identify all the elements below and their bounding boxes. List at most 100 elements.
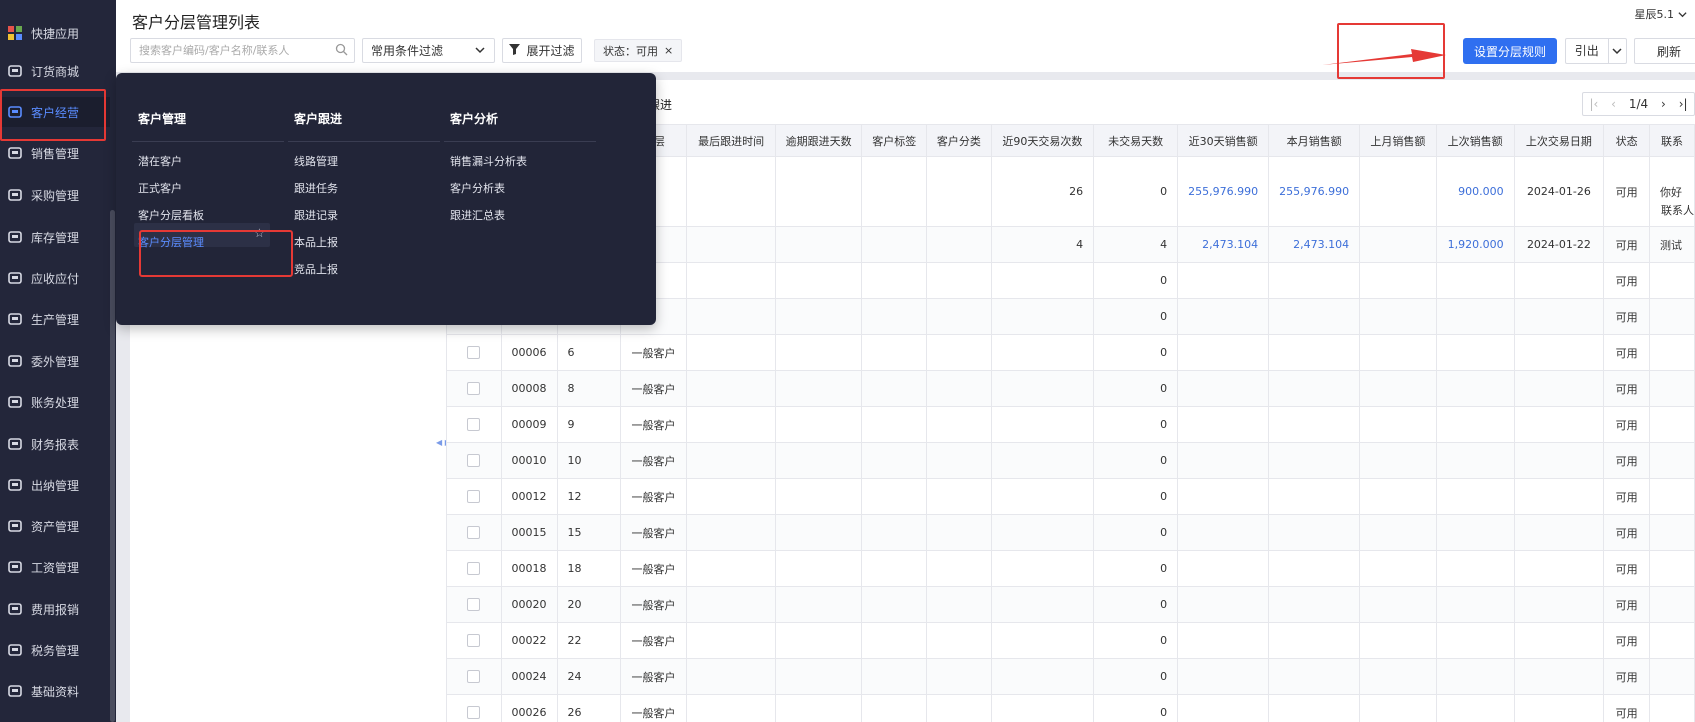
column-header[interactable]: 逾期跟进天数 — [774, 124, 863, 157]
next-page-icon[interactable]: › — [1661, 97, 1666, 111]
pager[interactable]: |‹ ‹ 1/4 › ›| — [1582, 92, 1695, 116]
sidebar-item[interactable]: 订货商城 — [0, 56, 110, 86]
sales-month-cell[interactable] — [1268, 442, 1361, 479]
last-sale-cell[interactable] — [1435, 370, 1515, 407]
row-checkbox[interactable] — [467, 346, 481, 360]
sales-30d-cell[interactable] — [1177, 514, 1270, 551]
menu-item[interactable]: 线路管理 — [294, 153, 338, 169]
sidebar-item[interactable]: 费用报销 — [0, 594, 110, 624]
customer-code-link[interactable]: 00009 — [500, 406, 558, 443]
row-checkbox[interactable] — [467, 382, 481, 396]
row-checkbox[interactable] — [467, 670, 481, 684]
last-sale-cell[interactable] — [1435, 658, 1515, 695]
row-checkbox-cell[interactable] — [446, 622, 502, 659]
export-label[interactable]: 引出 — [1566, 39, 1609, 63]
close-icon[interactable]: × — [664, 44, 673, 57]
last-sale-cell[interactable] — [1435, 514, 1515, 551]
last-page-icon[interactable]: ›| — [1679, 97, 1688, 111]
customer-code-link[interactable]: 00022 — [500, 622, 558, 659]
menu-item[interactable]: 跟进汇总表 — [450, 207, 505, 223]
sales-month-cell[interactable] — [1268, 622, 1361, 659]
last-sale-cell[interactable] — [1435, 478, 1515, 515]
sidebar-item[interactable]: 税务管理 — [0, 635, 110, 665]
column-header[interactable]: 最后跟进时间 — [686, 124, 776, 157]
last-sale-cell[interactable] — [1435, 442, 1515, 479]
sales-30d-cell[interactable] — [1177, 370, 1270, 407]
table-row[interactable]: 00010 10 一般客户 0 可用 — [446, 442, 1695, 479]
customer-code-link[interactable]: 00026 — [500, 694, 558, 722]
customer-code-link[interactable]: 00006 — [500, 334, 558, 371]
sidebar-item[interactable]: 库存管理 — [0, 222, 110, 252]
sidebar-item[interactable]: 资产管理 — [0, 511, 110, 541]
column-header[interactable]: 上月销售额 — [1359, 124, 1437, 157]
row-checkbox[interactable] — [467, 526, 481, 540]
row-checkbox-cell[interactable] — [446, 658, 502, 695]
sales-month-cell[interactable] — [1268, 586, 1361, 623]
menu-item[interactable]: 正式客户 — [138, 180, 182, 196]
last-sale-cell[interactable] — [1435, 298, 1515, 335]
row-checkbox[interactable] — [467, 454, 481, 468]
sidebar-item[interactable]: 采购管理 — [0, 180, 110, 210]
menu-item[interactable]: 潜在客户 — [138, 153, 182, 169]
column-header[interactable]: 未交易天数 — [1093, 124, 1179, 157]
row-checkbox-cell[interactable] — [446, 442, 502, 479]
customer-code-link[interactable]: 00020 — [500, 586, 558, 623]
row-checkbox[interactable] — [467, 490, 481, 504]
table-row[interactable]: 00026 26 一般客户 0 可用 — [446, 694, 1695, 722]
sales-month-cell[interactable] — [1268, 514, 1361, 551]
set-tier-rules-button[interactable]: 设置分层规则 — [1463, 38, 1557, 64]
export-button[interactable]: 引出 — [1565, 38, 1627, 64]
customer-code-link[interactable]: 00024 — [500, 658, 558, 695]
version-selector[interactable]: 星辰5.1 — [1635, 6, 1688, 22]
sidebar-item[interactable]: 委外管理 — [0, 346, 110, 376]
row-checkbox-cell[interactable] — [446, 550, 502, 587]
sidebar-scrollbar[interactable] — [110, 210, 115, 722]
sidebar-item[interactable]: 财务报表 — [0, 429, 110, 459]
menu-item[interactable]: 销售漏斗分析表 — [450, 153, 527, 169]
sales-month-cell[interactable] — [1268, 298, 1361, 335]
sidebar-item[interactable]: 生产管理 — [0, 304, 110, 334]
sales-30d-cell[interactable] — [1177, 586, 1270, 623]
expand-filter-button[interactable]: 展开过滤 — [502, 38, 582, 63]
sales-30d-cell[interactable] — [1177, 262, 1270, 299]
sales-month-cell[interactable]: 255,976.990 — [1268, 156, 1361, 227]
customer-code-link[interactable]: 00008 — [500, 370, 558, 407]
customer-code-link[interactable]: 00015 — [500, 514, 558, 551]
sales-30d-cell[interactable] — [1177, 550, 1270, 587]
sidebar-item[interactable]: 销售管理 — [0, 138, 110, 168]
last-sale-cell[interactable] — [1435, 262, 1515, 299]
sales-month-cell[interactable] — [1268, 658, 1361, 695]
column-header[interactable]: 联系 — [1649, 124, 1695, 157]
column-header[interactable]: 近90天交易次数 — [990, 124, 1095, 157]
sidebar-item[interactable]: 账务处理 — [0, 387, 110, 417]
last-sale-cell[interactable]: 900.000 — [1435, 156, 1515, 227]
column-header[interactable]: 本月销售额 — [1268, 124, 1361, 157]
sales-month-cell[interactable] — [1268, 262, 1361, 299]
sales-month-cell[interactable] — [1268, 478, 1361, 515]
sales-30d-cell[interactable] — [1177, 442, 1270, 479]
customer-code-link[interactable]: 00018 — [500, 550, 558, 587]
row-checkbox-cell[interactable] — [446, 586, 502, 623]
prev-page-icon[interactable]: ‹ — [1611, 97, 1616, 111]
row-checkbox-cell[interactable] — [446, 334, 502, 371]
sidebar-item[interactable]: 基础资料 — [0, 676, 110, 706]
column-header[interactable]: 上次交易日期 — [1513, 124, 1605, 157]
customer-code-link[interactable]: 00010 — [500, 442, 558, 479]
row-checkbox-cell[interactable] — [446, 370, 502, 407]
last-sale-cell[interactable] — [1435, 334, 1515, 371]
sales-month-cell[interactable]: 2,473.104 — [1268, 226, 1361, 263]
column-header[interactable]: 上次销售额 — [1435, 124, 1515, 157]
sales-month-cell[interactable] — [1268, 550, 1361, 587]
sales-30d-cell[interactable] — [1177, 478, 1270, 515]
search-input[interactable] — [131, 39, 321, 62]
sidebar-item[interactable]: 应收应付 — [0, 263, 110, 293]
customer-code-link[interactable]: 00012 — [500, 478, 558, 515]
sales-30d-cell[interactable] — [1177, 622, 1270, 659]
row-checkbox[interactable] — [467, 706, 481, 720]
last-sale-cell[interactable] — [1435, 694, 1515, 722]
last-sale-cell[interactable] — [1435, 406, 1515, 443]
menu-item[interactable]: 客户分层看板 — [138, 207, 204, 223]
row-checkbox[interactable] — [467, 634, 481, 648]
last-sale-cell[interactable] — [1435, 622, 1515, 659]
first-page-icon[interactable]: |‹ — [1589, 97, 1598, 111]
